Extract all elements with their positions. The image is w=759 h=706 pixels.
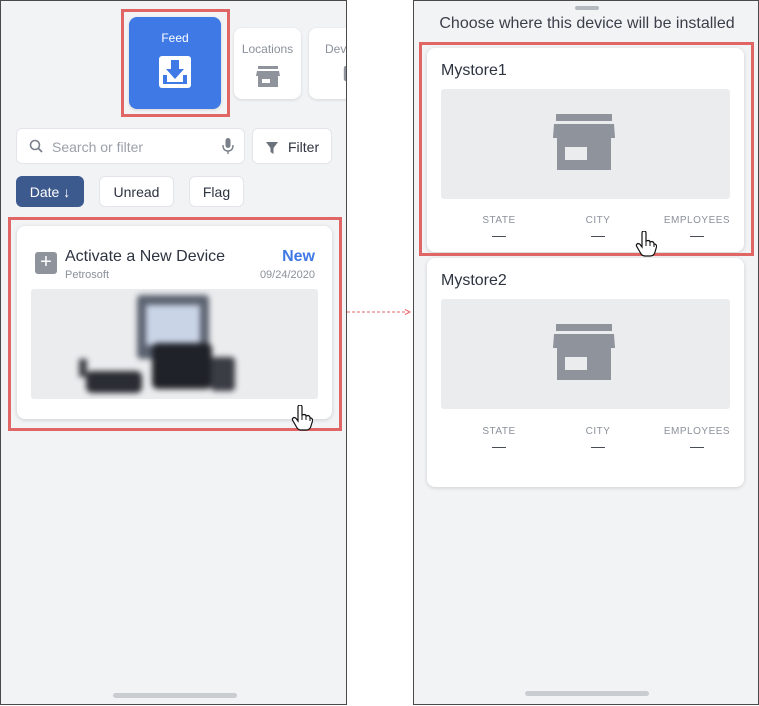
state-label: STATE [482,426,516,437]
store-name: Mystore2 [441,272,507,289]
feed-card-title: Activate a New Device [65,248,226,265]
state-value: — [492,227,506,243]
store-city: CITY — [553,215,643,243]
city-value: — [591,227,605,243]
microphone-icon[interactable] [222,138,234,160]
sheet-grabber[interactable] [575,6,599,10]
feed-card-activate-device[interactable]: + Activate a New Device Petrosoft New 09… [17,226,332,419]
filter-button-label: Filter [288,139,320,155]
store-icon [553,324,615,380]
city-label: CITY [585,215,611,226]
store-state: STATE — [454,426,544,454]
filter-button[interactable]: Filter [252,128,332,164]
device-icon [331,66,346,88]
city-label: CITY [585,426,611,437]
state-value: — [492,438,506,454]
download-tray-icon [129,55,221,89]
chip-flag[interactable]: Flag [189,176,244,207]
feed-card-subtitle: Petrosoft [65,269,110,281]
sheet-title: Choose where this device will be install… [439,15,735,32]
device-image [31,289,318,399]
nav-tile-feed-label: Feed [161,31,189,45]
store-card-mystore1[interactable]: Mystore1 STATE — CITY — EMPLOYEES — [427,48,744,252]
chip-unread[interactable]: Unread [99,176,174,207]
employees-label: EMPLOYEES [663,426,731,437]
hand-cursor-icon [635,230,658,262]
store-city: CITY — [553,426,643,454]
employees-value: — [690,438,704,454]
search-placeholder: Search or filter [52,139,144,155]
arrow-icon [347,302,413,315]
nav-tile-locations-label: Locations [241,42,294,56]
nav-tile-feed[interactable]: Feed [129,17,221,109]
nav-tile-locations[interactable]: Locations [234,28,301,99]
store-icon [234,66,301,88]
store-employees: EMPLOYEES — [652,215,742,243]
store-employees: EMPLOYEES — [652,426,742,454]
state-label: STATE [482,215,516,226]
new-badge: New [282,248,315,265]
store-state: STATE — [454,215,544,243]
employees-value: — [690,227,704,243]
home-indicator [113,693,237,698]
hand-cursor-icon [291,404,314,436]
search-input[interactable]: Search or filter [16,128,245,164]
store-card-mystore2[interactable]: Mystore2 STATE — CITY — EMPLOYEES — [427,258,744,487]
chip-date[interactable]: Date ↓ [16,176,84,207]
location-picker-screen: Choose where this device will be install… [413,0,759,705]
search-icon [29,139,43,158]
home-indicator [525,691,649,696]
city-value: — [591,438,605,454]
plus-icon: + [35,252,57,274]
store-name: Mystore1 [441,62,507,79]
feed-screen: Feed Locations Dev Search or filter Filt… [0,0,347,705]
nav-tile-devices-label: Dev [325,42,347,56]
nav-tile-devices[interactable]: Dev [309,28,347,99]
funnel-icon [266,141,278,157]
store-icon [553,114,615,170]
feed-card-date: 09/24/2020 [259,269,315,281]
employees-label: EMPLOYEES [663,215,731,226]
store-image [441,89,730,199]
store-image [441,299,730,409]
